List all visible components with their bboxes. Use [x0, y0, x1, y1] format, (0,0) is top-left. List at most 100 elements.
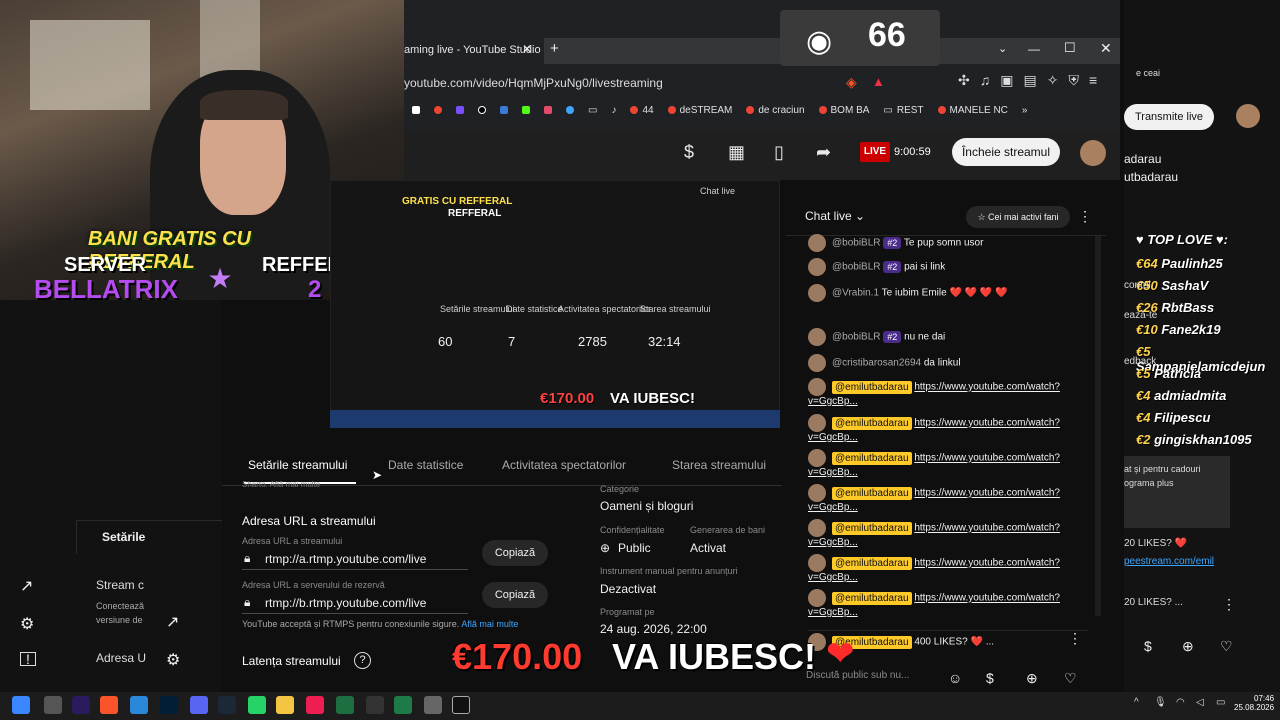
bookmarks-bar: ▭ ♪ 44 deSTREAM de craciun BOM BA ▭ REST …: [404, 98, 1120, 122]
bookmark-icon-yt[interactable]: [434, 106, 442, 114]
bookmark-bom-ba[interactable]: BOM BA: [818, 105, 869, 116]
bookmark-icon-f[interactable]: [456, 106, 464, 114]
wallet-icon[interactable]: ▤: [1023, 72, 1036, 89]
minimize-icon[interactable]: —: [1028, 42, 1040, 56]
emoji-icon[interactable]: ☺: [948, 670, 962, 686]
bookmark-icon-t[interactable]: [544, 106, 552, 114]
external-link-icon[interactable]: ↗: [20, 576, 33, 596]
bookmark-rest[interactable]: ▭ REST: [883, 105, 923, 116]
learn-more-link[interactable]: Află mai multe: [461, 619, 518, 629]
gear-icon[interactable]: ⚙: [20, 614, 34, 634]
battery-icon[interactable]: ▭: [1216, 697, 1225, 708]
backup-url-field[interactable]: rtmp://b.rtmp.youtube.com/live: [265, 596, 426, 610]
gear-icon-2[interactable]: ⚙: [166, 650, 180, 670]
tab-stream-settings[interactable]: Setările streamului: [248, 458, 347, 472]
brave-shield-icon[interactable]: ◈: [846, 74, 857, 91]
bookmark-icon-kick[interactable]: [522, 106, 530, 114]
primary-url-field[interactable]: rtmp://a.rtmp.youtube.com/live: [265, 552, 426, 566]
monetization-icon[interactable]: $: [684, 142, 694, 163]
volume-icon[interactable]: ◁: [1196, 697, 1204, 708]
wifi-icon[interactable]: ◠: [1176, 697, 1185, 708]
capcut-icon[interactable]: [452, 696, 470, 714]
external-link-icon-2[interactable]: ↗: [166, 612, 179, 632]
heart-icon[interactable]: ♡: [1064, 670, 1077, 687]
sidebar-icon[interactable]: ▣: [1000, 72, 1013, 89]
privacy-label: Confidențialitate: [600, 525, 665, 535]
pinned-more-icon[interactable]: ⋮: [1068, 630, 1082, 647]
go-live-button[interactable]: Transmite live: [1124, 104, 1214, 130]
start-icon[interactable]: [12, 696, 30, 714]
new-tab-icon[interactable]: +: [550, 40, 559, 57]
chevron-down-icon: ⌄: [855, 209, 866, 223]
bookmark-44[interactable]: 44: [630, 105, 654, 116]
extensions-toolbar: ✣ ♫ ▣ ▤ ✧ ⛨ ≡: [958, 72, 1097, 89]
preview-stat-viewers: 60: [438, 334, 453, 349]
chat-more-icon[interactable]: ⋮: [1078, 208, 1092, 225]
avatar[interactable]: [1080, 140, 1106, 166]
bookmark-music-icon[interactable]: ♪: [611, 105, 616, 116]
chat-scrollbar[interactable]: [1095, 236, 1101, 616]
close-window-icon[interactable]: ✕: [1100, 40, 1112, 57]
super-chat-icon[interactable]: $: [986, 670, 994, 686]
premiere-icon[interactable]: [72, 696, 90, 714]
bookmark-icon-fl[interactable]: [500, 106, 508, 114]
bookmark-destream[interactable]: deSTREAM: [667, 105, 732, 116]
tab-statistics[interactable]: Date statistice: [388, 458, 463, 472]
sparkle-icon[interactable]: ✧: [1047, 72, 1059, 89]
tab-viewer-activity[interactable]: Activitatea spectatorilor: [502, 458, 626, 472]
maximize-icon[interactable]: ☐: [1064, 40, 1076, 56]
vscode-icon[interactable]: [130, 696, 148, 714]
avatar-2[interactable]: [1236, 104, 1260, 128]
add-icon[interactable]: ⊕: [1026, 670, 1038, 687]
feedback-icon[interactable]: !: [20, 652, 36, 666]
mic-icon[interactable]: 🎙︎: [1154, 697, 1167, 708]
brave-rewards-icon[interactable]: ▲: [872, 74, 885, 89]
tray-chevron-icon[interactable]: ^: [1134, 697, 1139, 708]
right-bookmark[interactable]: e ceai: [1136, 68, 1160, 78]
obs-icon[interactable]: [366, 696, 384, 714]
tiktok-icon[interactable]: [306, 696, 324, 714]
calculator-icon[interactable]: [394, 696, 412, 714]
chat-mode-dropdown[interactable]: Chat live ⌄: [805, 209, 865, 223]
right-super-chat-icon[interactable]: $: [1144, 638, 1152, 654]
settings-icon[interactable]: [424, 696, 442, 714]
vpn-icon[interactable]: ⛨: [1068, 72, 1079, 89]
bookmark-icon-g[interactable]: [412, 106, 420, 114]
right-link[interactable]: peestream.com/emil: [1124, 556, 1214, 567]
share-icon[interactable]: ➦: [816, 142, 831, 163]
menu-icon[interactable]: ≡: [1089, 72, 1097, 89]
left-settings-tab[interactable]: [76, 520, 222, 554]
copy-backup-button[interactable]: Copiază: [482, 582, 548, 608]
tab-stream-health[interactable]: Starea streamului: [672, 458, 766, 472]
music-icon[interactable]: ♫: [980, 72, 991, 89]
right-more-icon[interactable]: ⋮: [1222, 596, 1236, 613]
clapper-icon[interactable]: ▦: [728, 142, 745, 163]
help-icon[interactable]: ?: [354, 652, 371, 669]
bookmark-icon-tiktok[interactable]: [478, 106, 486, 114]
top-fans-button[interactable]: ☆ Cei mai activi fani: [966, 206, 1070, 228]
bookmarks-more-icon[interactable]: »: [1022, 105, 1028, 116]
system-clock[interactable]: 07:46 25.08.2026: [1234, 694, 1274, 712]
bookmark-folder-icon[interactable]: ▭: [588, 105, 597, 116]
bookmark-icon-play[interactable]: [566, 106, 574, 114]
brave-icon[interactable]: [100, 696, 118, 714]
right-add-icon[interactable]: ⊕: [1182, 638, 1194, 655]
excel-icon[interactable]: [336, 696, 354, 714]
copy-primary-button[interactable]: Copiază: [482, 540, 548, 566]
close-tab-icon[interactable]: ✕: [522, 42, 532, 56]
photoshop-icon[interactable]: [160, 696, 178, 714]
end-stream-button[interactable]: Încheie streamul: [952, 138, 1060, 166]
right-heart-icon[interactable]: ♡: [1220, 638, 1233, 655]
bookmark-icon[interactable]: ▯: [774, 142, 784, 163]
steam-icon[interactable]: [218, 696, 236, 714]
tab-search-chevron-icon[interactable]: ⌄: [998, 42, 1007, 55]
bookmark-manele-nc[interactable]: MANELE NC: [937, 105, 1008, 116]
scheduled-label: Programat pe: [600, 607, 655, 617]
whatsapp-icon[interactable]: [248, 696, 266, 714]
explorer-icon[interactable]: [276, 696, 294, 714]
puzzle-icon[interactable]: ✣: [958, 72, 970, 89]
task-view-icon[interactable]: [44, 696, 62, 714]
discord-icon[interactable]: [190, 696, 208, 714]
url-text[interactable]: youtube.com/video/HqmMjPxuNg0/livestream…: [404, 76, 663, 90]
bookmark-de-craciun[interactable]: de craciun: [746, 105, 805, 116]
